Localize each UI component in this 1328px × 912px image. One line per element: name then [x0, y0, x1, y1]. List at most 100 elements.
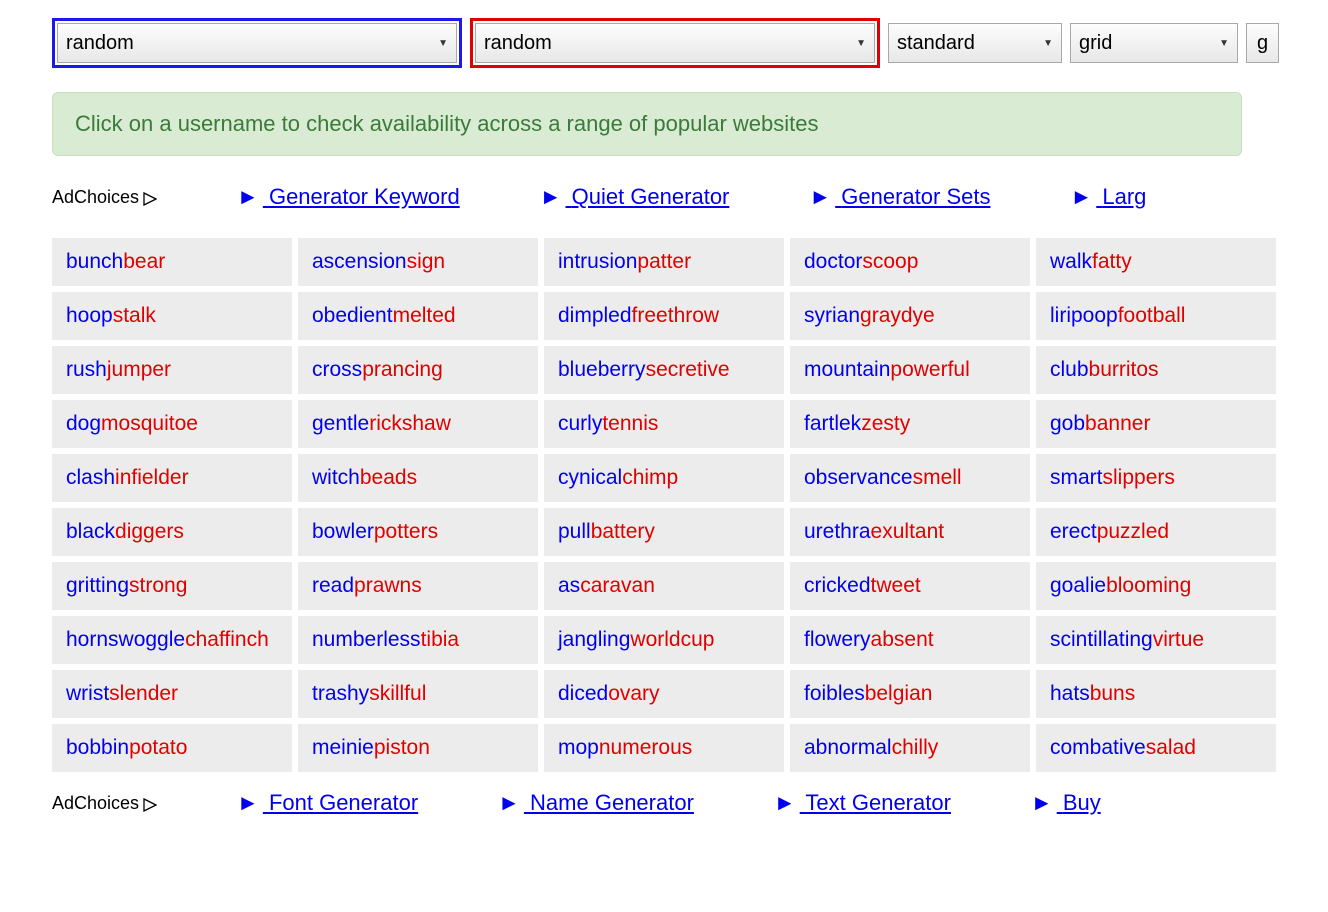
- username-cell[interactable]: clashinfielder: [52, 454, 292, 502]
- username-cell[interactable]: blackdiggers: [52, 508, 292, 556]
- username-cell[interactable]: urethraexultant: [790, 508, 1030, 556]
- username-part2: football: [1118, 304, 1186, 327]
- username-cell[interactable]: obedientmelted: [298, 292, 538, 340]
- ad-link-bottom-3[interactable]: ► Buy: [1031, 790, 1101, 816]
- select-layout[interactable]: grid ▼: [1070, 23, 1238, 63]
- username-part2: strong: [129, 574, 187, 597]
- select2-wrap: random ▼: [470, 18, 880, 68]
- username-cell[interactable]: dogmosquitoe: [52, 400, 292, 448]
- username-part1: diced: [558, 682, 608, 705]
- username-cell[interactable]: hoopstalk: [52, 292, 292, 340]
- username-cell[interactable]: grittingstrong: [52, 562, 292, 610]
- username-cell[interactable]: clubburritos: [1036, 346, 1276, 394]
- ad-link-top-3[interactable]: ► Larg: [1070, 184, 1146, 210]
- username-cell[interactable]: gobbanner: [1036, 400, 1276, 448]
- username-part1: combative: [1050, 736, 1146, 759]
- adchoices-label[interactable]: AdChoices: [52, 187, 157, 208]
- username-cell[interactable]: readprawns: [298, 562, 538, 610]
- username-cell[interactable]: trashyskillful: [298, 670, 538, 718]
- username-part2: freethrow: [632, 304, 720, 327]
- username-cell[interactable]: ascaravan: [544, 562, 784, 610]
- username-cell[interactable]: smartslippers: [1036, 454, 1276, 502]
- username-part2: ovary: [608, 682, 659, 705]
- username-cell[interactable]: dimpledfreethrow: [544, 292, 784, 340]
- ad-link-top-0[interactable]: ► Generator Keyword: [237, 184, 460, 210]
- username-cell[interactable]: rushjumper: [52, 346, 292, 394]
- username-cell[interactable]: scintillatingvirtue: [1036, 616, 1276, 664]
- username-cell[interactable]: gentlerickshaw: [298, 400, 538, 448]
- ad-link-bottom-0[interactable]: ► Font Generator: [237, 790, 418, 816]
- username-part2: bear: [123, 250, 165, 273]
- ad-link-top-1[interactable]: ► Quiet Generator: [540, 184, 730, 210]
- username-cell[interactable]: floweryabsent: [790, 616, 1030, 664]
- select-word2[interactable]: random ▼: [475, 23, 875, 63]
- username-cell[interactable]: ascensionsign: [298, 238, 538, 286]
- username-part2: chaffinch: [185, 628, 269, 651]
- adchoices-label[interactable]: AdChoices: [52, 793, 157, 814]
- select-word1[interactable]: random ▼: [57, 23, 457, 63]
- username-cell[interactable]: bowlerpotters: [298, 508, 538, 556]
- username-cell[interactable]: pullbattery: [544, 508, 784, 556]
- username-cell[interactable]: cynicalchimp: [544, 454, 784, 502]
- username-cell[interactable]: crossprancing: [298, 346, 538, 394]
- play-icon: ►: [1070, 184, 1092, 210]
- username-part1: blueberry: [558, 358, 646, 381]
- username-cell[interactable]: fartlekzesty: [790, 400, 1030, 448]
- username-cell[interactable]: mountainpowerful: [790, 346, 1030, 394]
- username-cell[interactable]: curlytennis: [544, 400, 784, 448]
- username-cell[interactable]: crickedtweet: [790, 562, 1030, 610]
- ad-link-top-2[interactable]: ► Generator Sets: [809, 184, 990, 210]
- username-cell[interactable]: walkfatty: [1036, 238, 1276, 286]
- username-cell[interactable]: bunchbear: [52, 238, 292, 286]
- adchoices-icon: [143, 190, 157, 204]
- username-cell[interactable]: abnormalchilly: [790, 724, 1030, 772]
- username-part1: dimpled: [558, 304, 632, 327]
- username-cell[interactable]: hornswogglechaffinch: [52, 616, 292, 664]
- ad-link-label: Quiet Generator: [572, 184, 730, 209]
- username-cell[interactable]: bobbinpotato: [52, 724, 292, 772]
- username-part2: chimp: [622, 466, 678, 489]
- username-part1: as: [558, 574, 580, 597]
- select-mode[interactable]: standard ▼: [888, 23, 1062, 63]
- username-cell[interactable]: meiniepiston: [298, 724, 538, 772]
- username-part1: mountain: [804, 358, 890, 381]
- username-cell[interactable]: doctorscoop: [790, 238, 1030, 286]
- username-part2: melted: [393, 304, 456, 327]
- username-cell[interactable]: blueberrysecretive: [544, 346, 784, 394]
- username-cell[interactable]: witchbeads: [298, 454, 538, 502]
- username-part1: curly: [558, 412, 602, 435]
- username-part1: scintillating: [1050, 628, 1153, 651]
- username-cell[interactable]: liripoopfootball: [1036, 292, 1276, 340]
- username-cell[interactable]: numberlesstibia: [298, 616, 538, 664]
- username-cell[interactable]: foiblesbelgian: [790, 670, 1030, 718]
- username-cell[interactable]: combativesalad: [1036, 724, 1276, 772]
- username-part2: mosquitoe: [101, 412, 198, 435]
- username-part1: hornswoggle: [66, 628, 185, 651]
- username-part2: potato: [129, 736, 187, 759]
- username-cell[interactable]: syriangraydye: [790, 292, 1030, 340]
- username-cell[interactable]: wristslender: [52, 670, 292, 718]
- username-part2: tweet: [871, 574, 921, 597]
- username-part2: jumper: [107, 358, 171, 381]
- username-cell[interactable]: observancesmell: [790, 454, 1030, 502]
- username-part2: prawns: [354, 574, 422, 597]
- username-part1: bunch: [66, 250, 123, 273]
- username-part2: sign: [407, 250, 446, 273]
- username-cell[interactable]: mopnumerous: [544, 724, 784, 772]
- username-part2: slippers: [1103, 466, 1175, 489]
- username-cell[interactable]: dicedovary: [544, 670, 784, 718]
- username-cell[interactable]: goalieblooming: [1036, 562, 1276, 610]
- username-part2: smell: [913, 466, 962, 489]
- go-button[interactable]: g: [1246, 23, 1279, 63]
- username-cell[interactable]: janglingworldcup: [544, 616, 784, 664]
- username-cell[interactable]: hatsbuns: [1036, 670, 1276, 718]
- username-part2: virtue: [1153, 628, 1204, 651]
- username-part1: bowler: [312, 520, 374, 543]
- username-cell[interactable]: intrusionpatter: [544, 238, 784, 286]
- ad-link-bottom-2[interactable]: ► Text Generator: [774, 790, 951, 816]
- username-part1: urethra: [804, 520, 871, 543]
- username-part1: intrusion: [558, 250, 637, 273]
- username-cell[interactable]: erectpuzzled: [1036, 508, 1276, 556]
- username-part2: exultant: [871, 520, 945, 543]
- ad-link-bottom-1[interactable]: ► Name Generator: [498, 790, 694, 816]
